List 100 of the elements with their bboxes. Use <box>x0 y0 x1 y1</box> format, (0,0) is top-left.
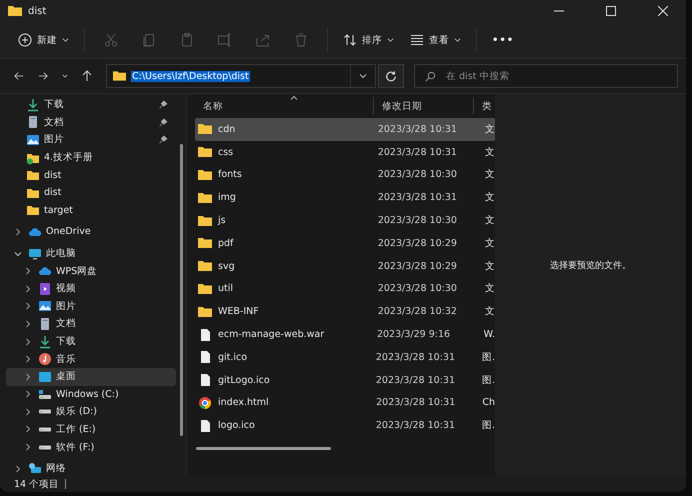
monitor-icon <box>28 246 42 261</box>
nav-item[interactable]: 视频 <box>6 280 176 298</box>
file-row[interactable]: js 2023/3/28 10:30 文 <box>195 209 495 232</box>
nav-item[interactable]: 软件 (F:) <box>6 438 176 456</box>
pin-icon <box>159 100 168 110</box>
scissors-icon <box>103 32 119 48</box>
column-header[interactable]: 修改日期 <box>373 97 473 115</box>
file-type: Ch <box>481 397 495 408</box>
sort-button[interactable]: 排序 <box>337 27 400 53</box>
nav-item[interactable]: target <box>6 202 176 220</box>
folder-icon <box>26 168 40 182</box>
refresh-button[interactable] <box>378 64 404 88</box>
caret-icon <box>387 38 394 42</box>
modified-date: 2023/3/28 10:31 <box>374 420 456 432</box>
chevron-right-icon[interactable] <box>24 425 32 434</box>
chevron-right-icon[interactable] <box>24 390 32 398</box>
file-row[interactable]: ecm-manage-web.war 2023/3/29 9:16 W. <box>195 323 495 346</box>
file-name: index.html <box>218 397 269 408</box>
nav-item[interactable]: 图片 <box>6 131 176 149</box>
video-icon <box>38 282 52 296</box>
chevron-right-icon[interactable] <box>24 355 32 364</box>
chevron-down-icon[interactable] <box>14 250 22 258</box>
file-row[interactable]: index.html 2023/3/28 10:31 Ch <box>195 392 495 414</box>
picture-icon <box>38 299 52 314</box>
file-row[interactable]: logo.ico 2023/3/28 10:31 图. <box>195 414 495 438</box>
address-field[interactable]: C:\Users\lzf\Desktop\dist <box>106 64 376 88</box>
chevron-right-icon[interactable] <box>24 338 32 346</box>
nav-item[interactable]: Windows (C:) <box>6 386 176 404</box>
new-button[interactable]: 新建 <box>12 27 75 53</box>
file-row[interactable]: git.ico 2023/3/28 10:31 图. <box>195 346 495 369</box>
document-icon <box>38 316 52 331</box>
view-button[interactable]: 查看 <box>404 27 467 53</box>
nav-item[interactable]: 图片 <box>6 298 176 316</box>
trash-icon <box>293 32 309 48</box>
file-row[interactable]: cdn 2023/3/28 10:31 文 <box>195 118 495 141</box>
file-row[interactable]: svg 2023/3/28 10:29 文 <box>195 254 495 278</box>
file-type: 文 <box>484 236 495 250</box>
nav-item[interactable]: WPS网盘 <box>6 262 176 280</box>
nav-item[interactable]: 音乐 <box>6 350 176 368</box>
nav-item[interactable]: 下载 <box>6 332 176 350</box>
file-row[interactable]: util 2023/3/28 10:30 文 <box>195 278 495 300</box>
scrollbar[interactable] <box>180 144 183 436</box>
more-button[interactable]: ••• <box>486 27 520 53</box>
chevron-right-icon[interactable] <box>14 228 22 236</box>
scrollbar[interactable] <box>196 447 331 450</box>
folder-icon <box>8 6 22 16</box>
copy-icon <box>141 32 157 48</box>
search-icon <box>425 70 436 82</box>
modified-date: 2023/3/28 10:31 <box>374 352 456 363</box>
download-icon <box>38 334 52 349</box>
file-name: svg <box>218 260 235 272</box>
file-row[interactable]: pdf 2023/3/28 10:29 文 <box>195 232 495 255</box>
nav-item[interactable]: 文档 <box>6 114 176 132</box>
file-type: 文 <box>484 122 495 136</box>
share-icon <box>255 32 271 48</box>
chevron-right-icon[interactable] <box>14 464 22 473</box>
file-type: 文 <box>484 168 495 182</box>
chevron-right-icon[interactable] <box>24 284 32 293</box>
chevron-right-icon[interactable] <box>24 372 32 381</box>
music-icon <box>38 352 52 366</box>
modified-date: 2023/3/28 10:31 <box>375 397 456 408</box>
address-path: C:\Users\lzf\Desktop\dist <box>131 70 250 82</box>
file-row[interactable]: fonts 2023/3/28 10:30 文 <box>195 164 495 186</box>
folder-icon <box>198 123 212 136</box>
chevron-down-icon[interactable] <box>359 74 367 78</box>
file-name: logo.ico <box>218 420 255 432</box>
file-type: 图. <box>480 419 495 432</box>
column-header[interactable]: 名称 <box>195 97 373 115</box>
file-row[interactable]: css 2023/3/28 10:31 文 <box>195 140 495 164</box>
modified-date: 2023/3/28 10:30 <box>376 169 458 180</box>
nav-item[interactable]: 此电脑 <box>6 244 176 262</box>
modified-date: 2023/3/28 10:29 <box>376 238 458 249</box>
nav-item[interactable]: dist <box>6 184 176 202</box>
chevron-right-icon[interactable] <box>24 443 32 452</box>
nav-item[interactable]: 工作 (E:) <box>6 420 176 438</box>
file-type: 图. <box>480 350 495 364</box>
nav-item[interactable]: dist <box>6 166 176 184</box>
nav-item[interactable]: 网络 <box>6 460 176 476</box>
nav-item[interactable]: 娱乐 (D:) <box>6 403 176 421</box>
nav-item[interactable]: OneDrive <box>6 223 176 241</box>
nav-item[interactable]: 下载 <box>6 96 176 114</box>
nav-item[interactable]: 4.技术手册 <box>6 148 176 166</box>
file-row[interactable]: img 2023/3/28 10:31 文 <box>195 186 495 210</box>
modified-date: 2023/3/28 10:31 <box>374 374 456 386</box>
desktop-icon <box>38 370 52 384</box>
nav-item[interactable]: 桌面 <box>6 368 176 386</box>
chevron-right-icon[interactable] <box>24 408 32 416</box>
arrow-left-icon <box>14 71 24 81</box>
chevron-right-icon[interactable] <box>24 302 32 310</box>
file-row[interactable]: gitLogo.ico 2023/3/28 10:31 图. <box>195 368 495 392</box>
folder-icon <box>198 168 212 181</box>
file-name: img <box>218 192 236 204</box>
arrow-right-icon <box>38 71 48 81</box>
file-row[interactable]: WEB-INF 2023/3/28 10:32 文 <box>195 300 495 324</box>
chevron-right-icon[interactable] <box>24 320 32 328</box>
preview-message: 选择要预览的文件。 <box>550 260 631 272</box>
drive-icon <box>38 426 52 432</box>
chevron-right-icon[interactable] <box>24 267 32 276</box>
search-field[interactable]: 在 dist 中搜索 <box>414 64 678 88</box>
nav-item[interactable]: 文档 <box>6 315 176 333</box>
